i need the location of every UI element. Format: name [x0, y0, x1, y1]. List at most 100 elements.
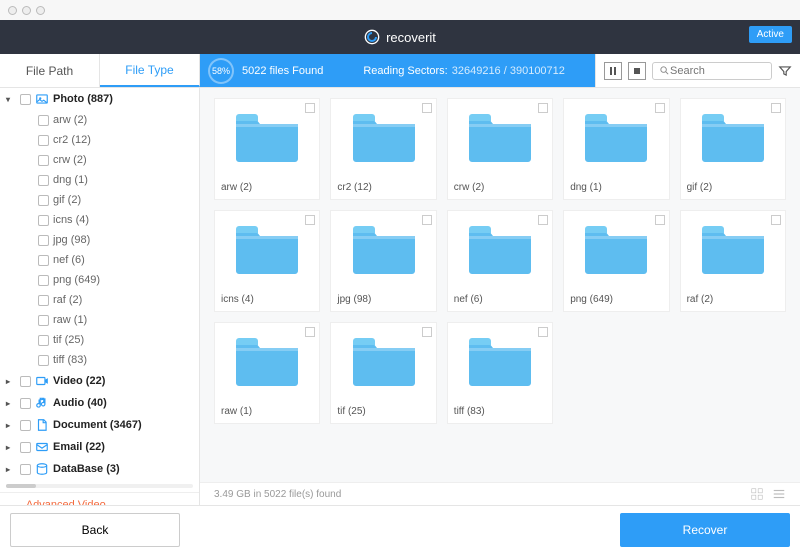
max-dot[interactable] — [36, 6, 45, 15]
tree-child[interactable]: arw (2) — [0, 110, 199, 130]
app-header: recoverit Active — [0, 20, 800, 54]
checkbox[interactable] — [38, 135, 49, 146]
checkbox[interactable] — [20, 398, 31, 409]
checkbox[interactable] — [305, 215, 315, 225]
tree-child[interactable]: jpg (98) — [0, 230, 199, 250]
checkbox[interactable] — [38, 335, 49, 346]
tab-file-path[interactable]: File Path — [0, 54, 100, 87]
checkbox[interactable] — [20, 442, 31, 453]
checkbox[interactable] — [20, 376, 31, 387]
audio-icon — [35, 396, 49, 410]
search-box[interactable] — [652, 62, 772, 80]
checkbox[interactable] — [38, 115, 49, 126]
tree-child[interactable]: tiff (83) — [0, 350, 199, 370]
pause-button[interactable] — [604, 62, 622, 80]
folder-card[interactable]: tiff (83) — [447, 322, 553, 424]
folder-icon — [583, 223, 649, 275]
tree-child[interactable]: crw (2) — [0, 150, 199, 170]
checkbox[interactable] — [38, 295, 49, 306]
checkbox[interactable] — [538, 103, 548, 113]
recoverit-logo-icon — [364, 29, 380, 45]
checkbox[interactable] — [771, 215, 781, 225]
checkbox[interactable] — [38, 175, 49, 186]
back-button[interactable]: Back — [10, 513, 180, 547]
tab-file-type[interactable]: File Type — [100, 54, 200, 87]
checkbox[interactable] — [422, 327, 432, 337]
tree-child[interactable]: cr2 (12) — [0, 130, 199, 150]
tree-child[interactable]: nef (6) — [0, 250, 199, 270]
tree-category[interactable]: ▸ Email (22) — [0, 436, 199, 458]
folder-card[interactable]: dng (1) — [563, 98, 669, 200]
checkbox[interactable] — [305, 327, 315, 337]
folder-card[interactable]: jpg (98) — [330, 210, 436, 312]
checkbox[interactable] — [38, 255, 49, 266]
checkbox[interactable] — [538, 215, 548, 225]
checkbox[interactable] — [305, 103, 315, 113]
checkbox[interactable] — [771, 103, 781, 113]
stop-button[interactable] — [628, 62, 646, 80]
checkbox[interactable] — [538, 327, 548, 337]
child-label: tif (25) — [53, 334, 84, 346]
scan-controls — [595, 54, 800, 87]
chevron-icon: ▸ — [6, 465, 16, 474]
tree-child[interactable]: png (649) — [0, 270, 199, 290]
checkbox[interactable] — [422, 103, 432, 113]
child-label: raw (1) — [53, 314, 87, 326]
folder-card[interactable]: nef (6) — [447, 210, 553, 312]
folder-card[interactable]: png (649) — [563, 210, 669, 312]
tree-child[interactable]: icns (4) — [0, 210, 199, 230]
checkbox[interactable] — [38, 235, 49, 246]
checkbox[interactable] — [655, 103, 665, 113]
child-label: dng (1) — [53, 174, 88, 186]
tree-category[interactable]: ▾ Photo (887) — [0, 88, 199, 110]
checkbox[interactable] — [38, 215, 49, 226]
checkbox[interactable] — [38, 195, 49, 206]
view-toggles — [750, 487, 786, 501]
tree-category[interactable]: ▸ Video (22) — [0, 370, 199, 392]
folder-card[interactable]: tif (25) — [330, 322, 436, 424]
checkbox[interactable] — [655, 215, 665, 225]
tree-child[interactable]: raf (2) — [0, 290, 199, 310]
checkbox[interactable] — [38, 155, 49, 166]
tree-category[interactable]: ▸ Audio (40) — [0, 392, 199, 414]
folder-card[interactable]: raw (1) — [214, 322, 320, 424]
tree-child[interactable]: raw (1) — [0, 310, 199, 330]
sectors-value: 32649216 / 390100712 — [452, 65, 565, 77]
min-dot[interactable] — [22, 6, 31, 15]
checkbox[interactable] — [38, 315, 49, 326]
child-label: crw (2) — [53, 154, 87, 166]
checkbox[interactable] — [38, 355, 49, 366]
folder-icon — [583, 111, 649, 163]
checkbox[interactable] — [20, 464, 31, 475]
search-input[interactable] — [670, 65, 760, 77]
recover-button[interactable]: Recover — [620, 513, 790, 547]
tree-category[interactable]: ▸ DataBase (3) — [0, 458, 199, 480]
advanced-video-recovery[interactable]: Advanced Video Recovery Advanced — [0, 492, 199, 505]
folder-card[interactable]: crw (2) — [447, 98, 553, 200]
folder-card[interactable]: icns (4) — [214, 210, 320, 312]
checkbox[interactable] — [422, 215, 432, 225]
checkbox[interactable] — [20, 420, 31, 431]
checkbox[interactable] — [20, 94, 31, 105]
tree-child[interactable]: dng (1) — [0, 170, 199, 190]
folder-card[interactable]: cr2 (12) — [330, 98, 436, 200]
footer: Back Recover — [0, 505, 800, 553]
child-label: png (649) — [53, 274, 100, 286]
tree-child[interactable]: gif (2) — [0, 190, 199, 210]
tree-category[interactable]: ▸ Document (3467) — [0, 414, 199, 436]
child-label: raf (2) — [53, 294, 82, 306]
status-text: 3.49 GB in 5022 file(s) found — [214, 489, 341, 500]
folder-card[interactable]: raf (2) — [680, 210, 786, 312]
tree-child[interactable]: tif (25) — [0, 330, 199, 350]
active-badge[interactable]: Active — [749, 26, 792, 43]
list-view-icon[interactable] — [772, 487, 786, 501]
grid-view-icon[interactable] — [750, 487, 764, 501]
checkbox[interactable] — [38, 275, 49, 286]
folder-label: crw (2) — [454, 182, 485, 193]
filter-icon[interactable] — [778, 64, 792, 78]
folder-card[interactable]: gif (2) — [680, 98, 786, 200]
folder-label: png (649) — [570, 294, 613, 305]
sidebar-scroll[interactable] — [6, 484, 193, 488]
folder-card[interactable]: arw (2) — [214, 98, 320, 200]
close-dot[interactable] — [8, 6, 17, 15]
